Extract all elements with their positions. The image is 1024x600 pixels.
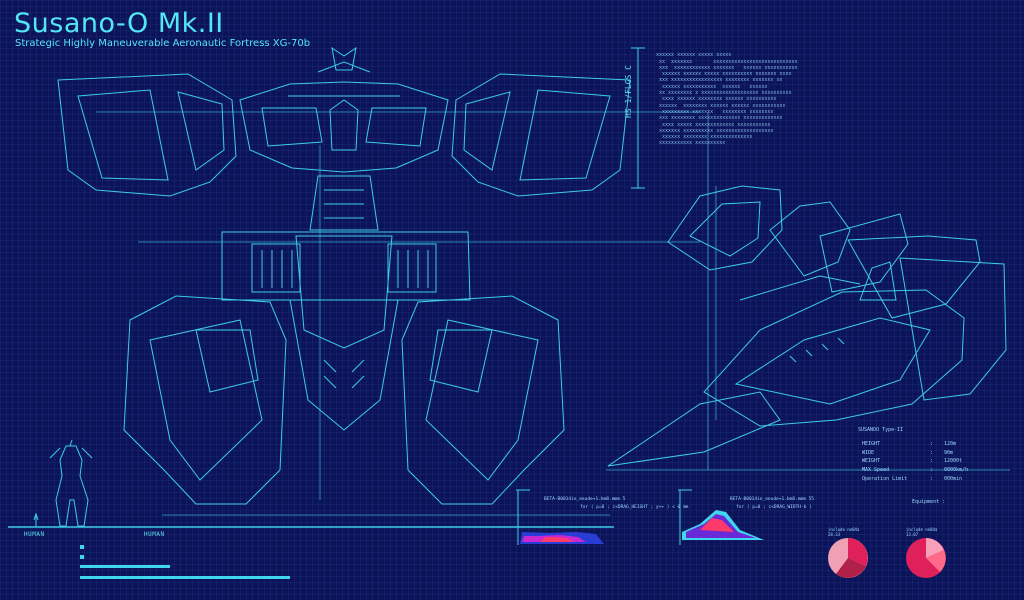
spec-value: 0000km/h [944, 467, 969, 474]
equipment-label: Equipment : [912, 499, 946, 505]
spec-value: 120m [944, 441, 957, 447]
spec-name: SUSANOO Type-II [858, 427, 904, 433]
spec-value: 90m [944, 449, 954, 456]
spec-key: Operation Limit [862, 475, 908, 482]
spectrum-plot-1 [520, 532, 604, 544]
spec-key: WEIGHT [862, 458, 881, 465]
code-listing: xxxxxx xxxxxx xxxxx xxxxx xx xxxxxxx xxx… [656, 52, 798, 147]
spec-key: WIDE [862, 449, 875, 456]
plot-1-subtitle: for ( p=0 ; c<DRAG_HEIGHT ; y++ ) < 0 mm [580, 505, 689, 510]
bar-legend [80, 545, 290, 579]
plot-1-title: BETA-B0014in_eeude+1.bm8.mmm 5 [544, 497, 626, 502]
spec-table: HEIGHT:120m WIDE:90m WEIGHT:12000t MAX S… [862, 440, 968, 484]
pie-1-label: include ne04a 28.33 [828, 527, 860, 537]
spec-value: 000min [944, 475, 963, 482]
spec-row: WEIGHT:12000t [862, 458, 963, 465]
vertical-dimension-label: HS 1/FLGS C [624, 65, 633, 118]
pie-chart-2 [906, 538, 946, 578]
spec-key: MAX Speed [862, 467, 890, 474]
spec-row: WIDE:90m [862, 449, 954, 456]
spec-value: 12000t [944, 458, 963, 465]
pie-chart-1 [828, 538, 868, 578]
spec-row: HEIGHT:120m [862, 441, 957, 447]
spec-row: MAX Speed:0000km/h [862, 467, 969, 474]
plot-2-title: BETA-B0014in_eeude+1.bm8.mmm 55 [730, 497, 814, 502]
pie-2-label: include ne04a 13.07 [906, 527, 938, 537]
plot-2-subtitle: for ( p=0 ; c<DRAG_WIDTH-b ) [736, 505, 812, 510]
spec-key: HEIGHT [862, 441, 881, 447]
human-scale-label-left: HUMAN [24, 531, 45, 538]
human-scale-label-right: HUMAN [144, 531, 165, 538]
spectrum-plot-2 [682, 510, 764, 540]
spec-row: Operation Limit:000min [862, 475, 963, 482]
